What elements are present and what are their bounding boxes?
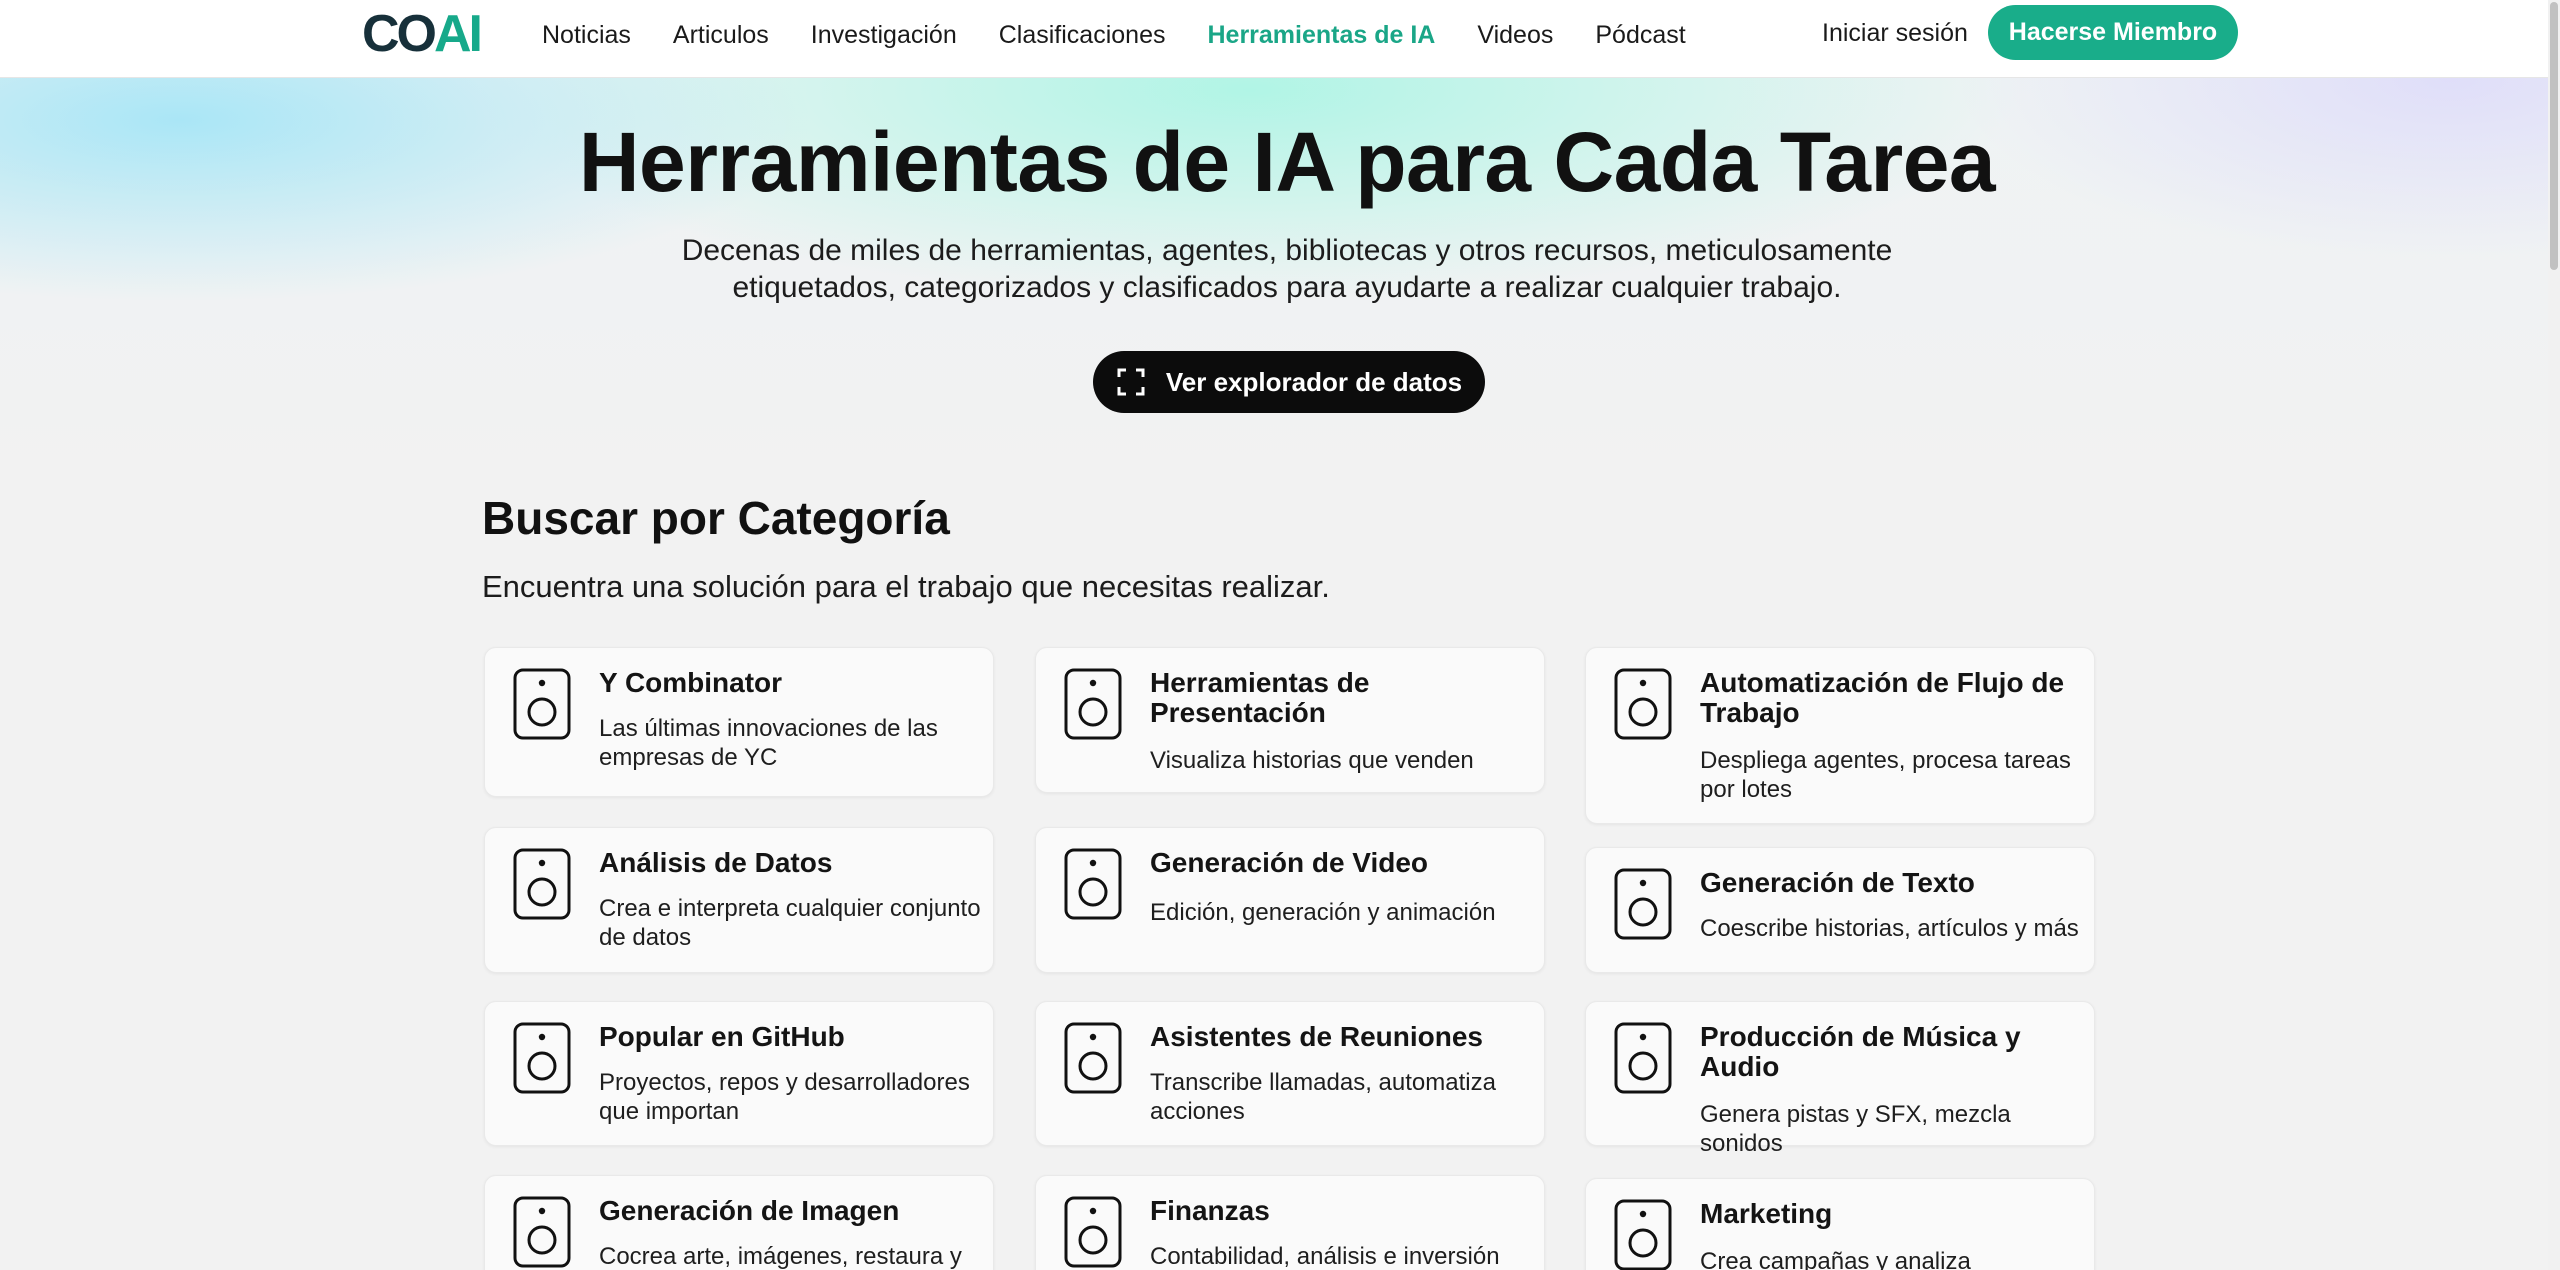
hero-subtitle: Decenas de miles de herramientas, agente… <box>681 234 1893 304</box>
category-card-reuniones[interactable]: Asistentes de Reuniones Transcribe llamad… <box>1035 1001 1545 1146</box>
nav-link-articulos[interactable]: Articulos <box>673 20 769 50</box>
nav-link-podcast[interactable]: Pódcast <box>1595 20 1685 50</box>
speaker-icon <box>1614 668 1672 740</box>
category-description: Visualiza historias que venden <box>1150 747 1474 774</box>
nav-link-investigacion[interactable]: Investigación <box>811 20 957 50</box>
category-description: Proyectos, repos y desarrolladores que i… <box>599 1069 970 1125</box>
logo-part-co: CO <box>362 5 437 63</box>
speaker-icon <box>513 1022 571 1094</box>
hero-title: Herramientas de IA para Cada Tarea <box>578 115 1996 209</box>
speaker-icon <box>1064 668 1122 740</box>
speaker-icon <box>1614 868 1672 940</box>
top-navbar: COAI Noticias Articulos Investigación Cl… <box>0 0 2548 78</box>
category-title: Herramientas de Presentación <box>1150 667 1370 728</box>
category-title: Automatización de Flujo de Trabajo <box>1700 667 2065 728</box>
speaker-icon <box>513 668 571 740</box>
category-description: Transcribe llamadas, automatiza acciones <box>1150 1069 1496 1125</box>
nav-link-clasificaciones[interactable]: Clasificaciones <box>999 20 1166 50</box>
speaker-icon <box>1614 1022 1672 1094</box>
nav-links: Noticias Articulos Investigación Clasifi… <box>542 20 1728 50</box>
join-button[interactable]: Hacerse Miembro <box>1988 5 2238 60</box>
category-title: Asistentes de Reuniones <box>1150 1021 1483 1052</box>
category-description: Despliega agentes, procesa tareas por lo… <box>1700 747 2071 803</box>
category-card-generacion-video[interactable]: Generación de Video Edición, generación y… <box>1035 827 1545 973</box>
speaker-icon <box>513 848 571 920</box>
category-description: Crea campañas y analiza <box>1700 1248 1971 1270</box>
data-explorer-label: Ver explorador de datos <box>1165 366 1463 397</box>
speaker-icon <box>1064 1022 1122 1094</box>
category-card-marketing[interactable]: Marketing Crea campañas y analiza <box>1585 1178 2095 1270</box>
category-title: Análisis de Datos <box>599 847 833 878</box>
category-title: Popular en GitHub <box>599 1021 845 1052</box>
category-card-analisis-datos[interactable]: Análisis de Datos Crea e interpreta cualq… <box>484 827 994 973</box>
login-link[interactable]: Iniciar sesión <box>1822 18 1968 48</box>
category-title: Producción de Música y Audio <box>1700 1021 2021 1082</box>
data-explorer-button[interactable]: Ver explorador de datos <box>1093 351 1485 413</box>
category-card-finanzas[interactable]: Finanzas Contabilidad, análisis e inversi… <box>1035 1175 1545 1270</box>
category-description: Genera pistas y SFX, mezcla sonidos <box>1700 1101 2011 1157</box>
speaker-icon <box>1064 1196 1122 1268</box>
category-card-github[interactable]: Popular en GitHub Proyectos, repos y desa… <box>484 1001 994 1146</box>
category-card-musica-audio[interactable]: Producción de Música y Audio Genera pista… <box>1585 1001 2095 1157</box>
category-card-automatizacion[interactable]: Automatización de Flujo de Trabajo Despli… <box>1585 647 2095 824</box>
category-title: Generación de Texto <box>1700 867 1975 898</box>
category-description: Edición, generación y animación <box>1150 899 1496 926</box>
category-description: Cocrea arte, imágenes, restaura y <box>599 1243 962 1270</box>
category-title: Y Combinator <box>599 667 783 698</box>
nav-link-herramientas-ia[interactable]: Herramientas de IA <box>1207 20 1435 50</box>
category-title: Marketing <box>1700 1198 1833 1229</box>
logo[interactable]: COAI <box>362 5 483 63</box>
category-title: Generación de Imagen <box>599 1195 900 1226</box>
expand-icon <box>1117 368 1145 396</box>
category-card-generacion-imagen[interactable]: Generación de Imagen Cocrea arte, imágene… <box>484 1175 994 1270</box>
section-subtitle: Encuentra una solución para el trabajo q… <box>482 569 1330 604</box>
speaker-icon <box>513 1196 571 1268</box>
speaker-icon <box>1064 848 1122 920</box>
category-title: Generación de Video <box>1150 847 1429 878</box>
category-description: Contabilidad, análisis e inversión <box>1150 1243 1500 1270</box>
section-title: Buscar por Categoría <box>482 492 950 544</box>
category-description: Las últimas innovaciones de las empresas… <box>599 715 938 771</box>
category-description: Crea e interpreta cualquier conjunto de … <box>599 895 981 951</box>
category-card-y-combinator[interactable]: Y Combinator Las últimas innovaciones de … <box>484 647 994 797</box>
logo-part-ai: AI <box>434 5 483 63</box>
category-title: Finanzas <box>1150 1195 1270 1226</box>
category-card-presentacion[interactable]: Herramientas de Presentación Visualiza hi… <box>1035 647 1545 793</box>
nav-link-videos[interactable]: Videos <box>1477 20 1553 50</box>
speaker-icon <box>1614 1199 1672 1270</box>
category-card-generacion-texto[interactable]: Generación de Texto Coescribe historias, … <box>1585 847 2095 973</box>
nav-link-noticias[interactable]: Noticias <box>542 20 631 50</box>
category-description: Coescribe historias, artículos y más <box>1700 915 2079 942</box>
